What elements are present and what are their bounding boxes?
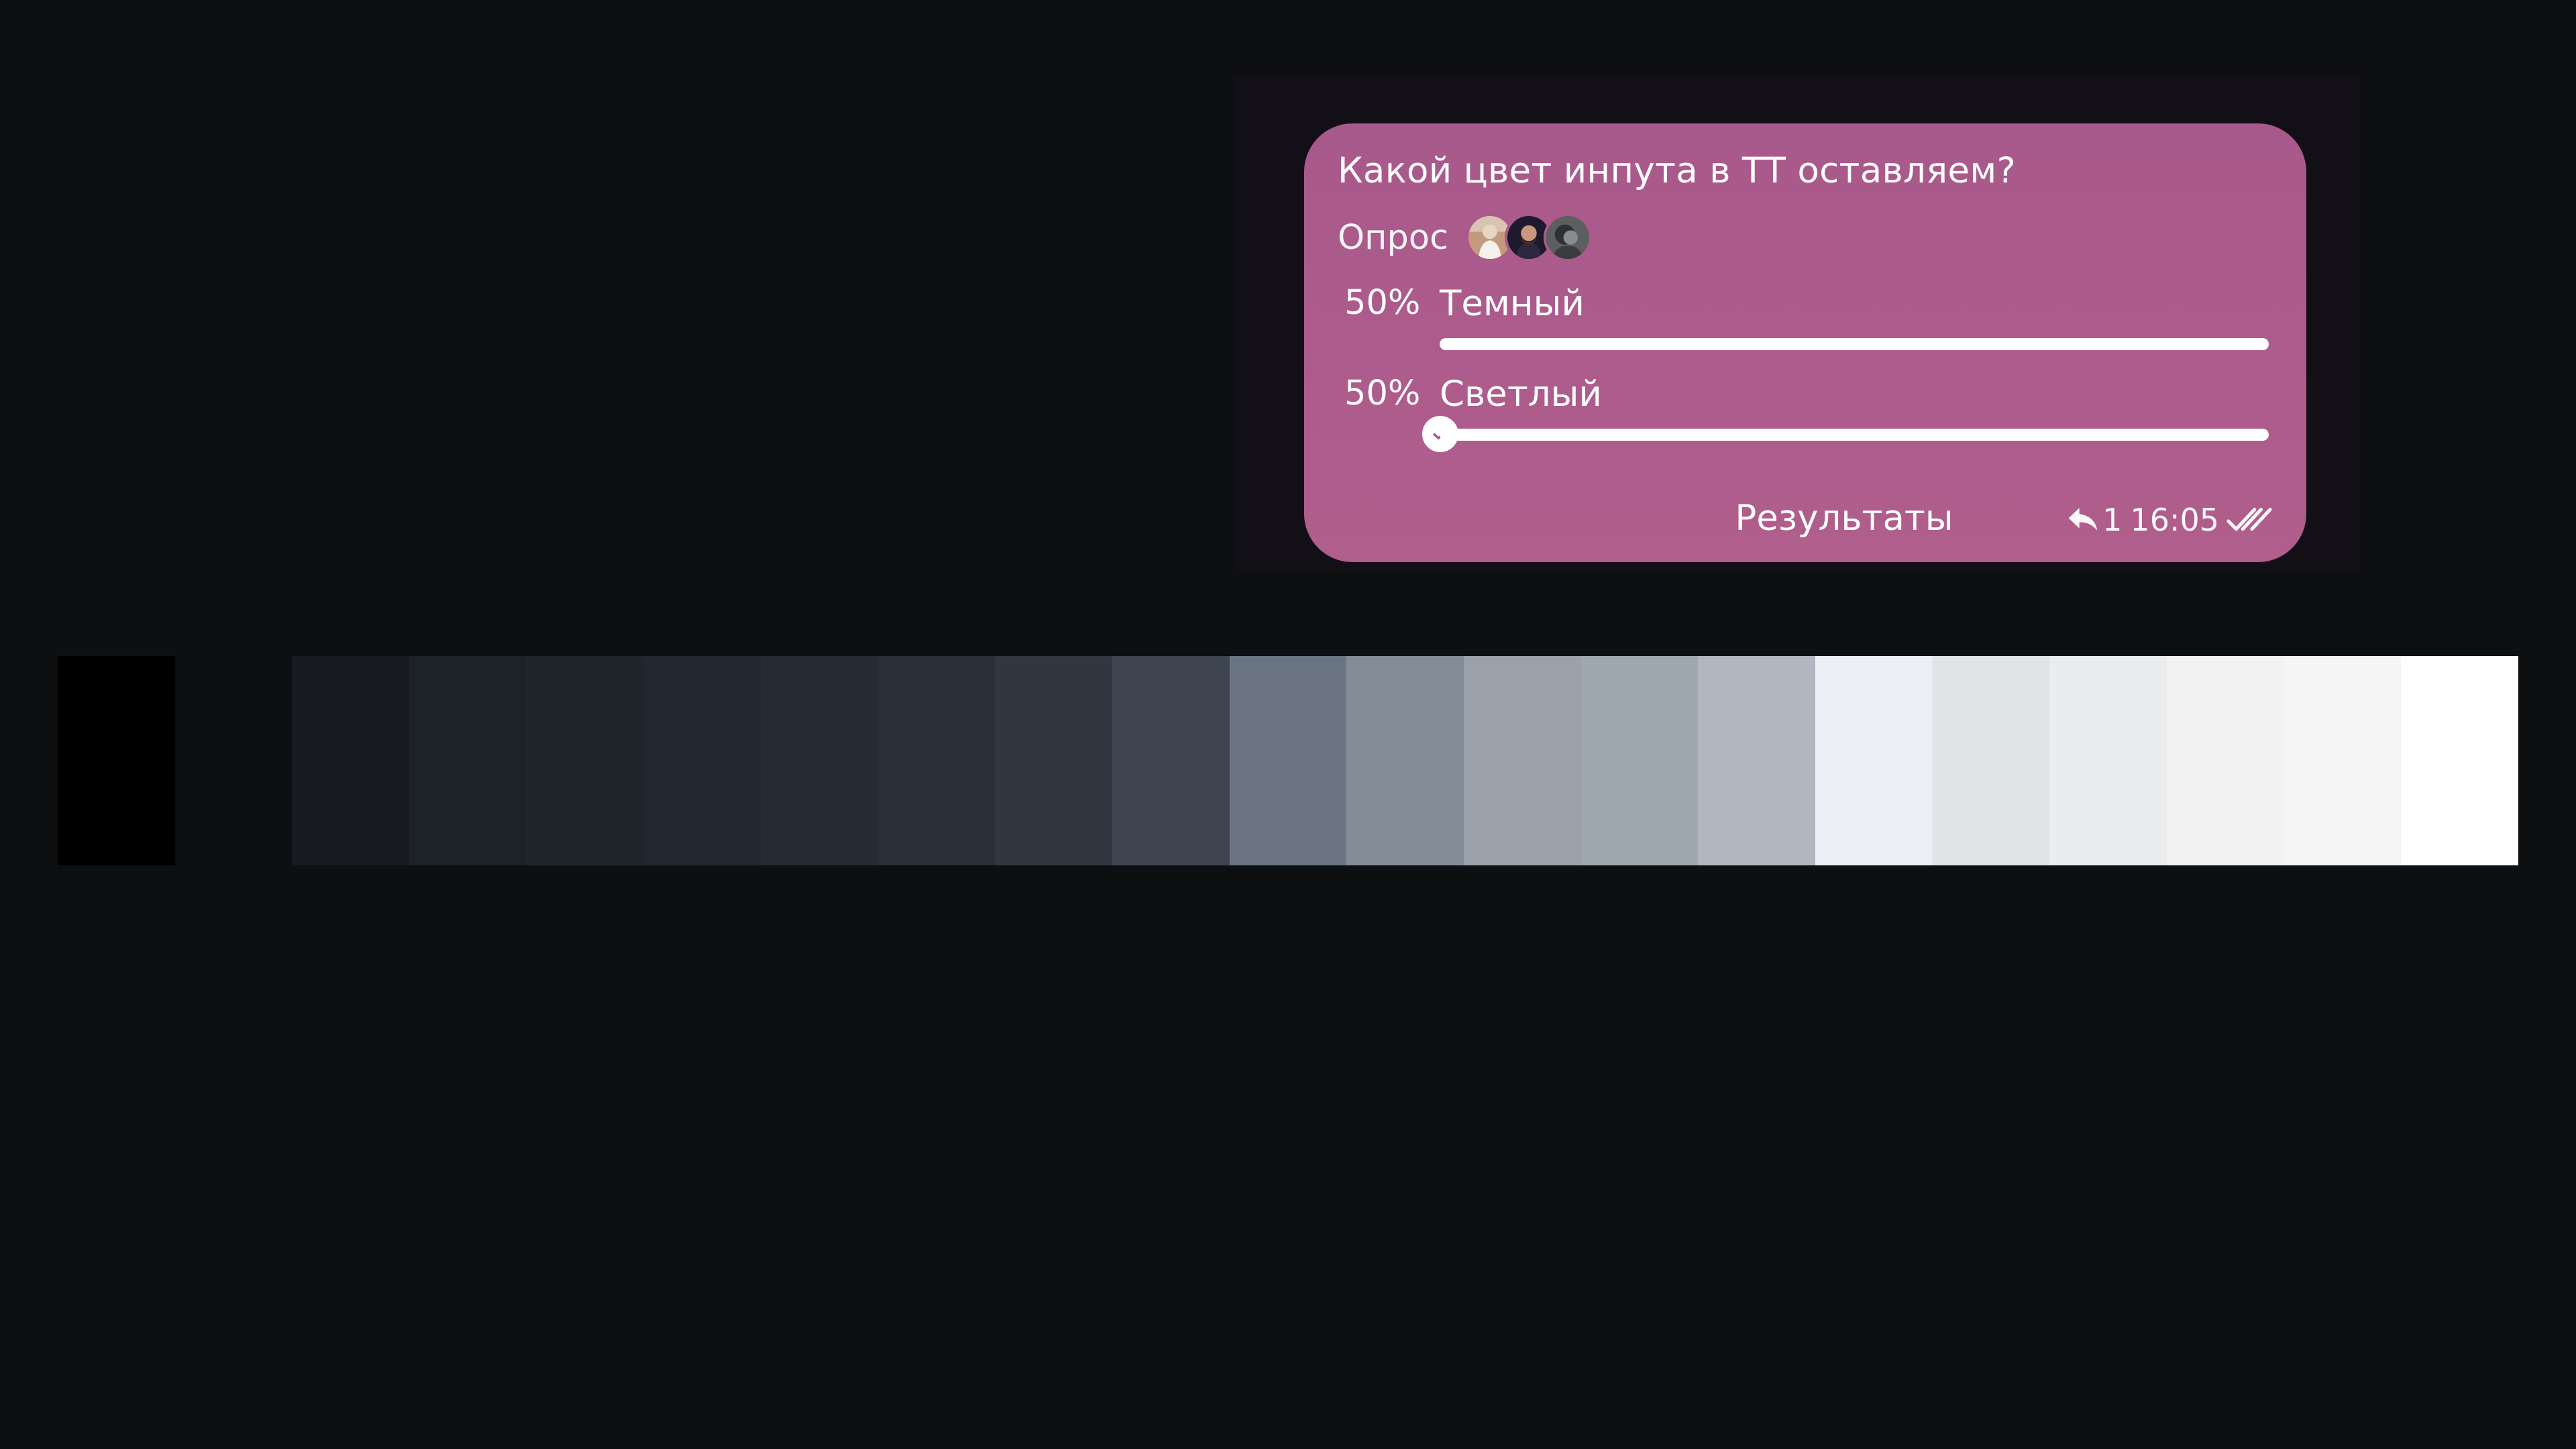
reply-count[interactable]: 1 — [2102, 502, 2122, 538]
color-swatch — [877, 656, 996, 865]
poll-type-label: Опрос — [1338, 217, 1449, 258]
option-label: Темный — [1440, 283, 1585, 324]
color-swatch — [58, 656, 175, 865]
color-swatch — [2401, 656, 2519, 865]
message-meta: 1 16:05 — [2066, 496, 2273, 543]
color-swatch — [2049, 656, 2167, 865]
color-swatch — [526, 656, 644, 865]
voter-3-avatar — [1544, 213, 1593, 262]
option-progress-bar — [1440, 338, 2269, 350]
chat-message-area: Какой цвет инпута в ТТ оставляем? Опрос — [1234, 76, 2360, 570]
poll-message-bubble[interactable]: Какой цвет инпута в ТТ оставляем? Опрос — [1304, 123, 2306, 562]
color-swatch — [761, 656, 878, 865]
color-swatch — [1464, 656, 1581, 865]
color-swatch — [1815, 656, 1933, 865]
color-swatch — [409, 656, 527, 865]
color-swatch — [174, 656, 292, 865]
color-swatch — [643, 656, 761, 865]
color-swatch — [1346, 656, 1464, 865]
option-percent: 50% — [1344, 283, 1421, 323]
poll-option-light[interactable]: 50% Светлый — [1338, 374, 2290, 454]
color-swatch — [1112, 656, 1230, 865]
color-swatch — [995, 656, 1113, 865]
color-swatch — [1580, 656, 1699, 865]
poll-option-dark[interactable]: 50% Темный — [1338, 283, 2290, 357]
option-progress-track — [1440, 338, 2269, 350]
color-swatch — [292, 656, 410, 865]
double-check-icon — [2226, 505, 2273, 535]
screen: Какой цвет инпута в ТТ оставляем? Опрос — [0, 0, 2576, 1449]
grayscale-palette — [58, 656, 2519, 865]
reply-icon[interactable] — [2066, 505, 2100, 535]
option-label: Светлый — [1440, 374, 1602, 415]
color-swatch — [1229, 656, 1347, 865]
color-swatch — [2167, 656, 2284, 865]
view-results-button[interactable]: Результаты — [1700, 491, 1988, 545]
color-swatch — [1698, 656, 1816, 865]
color-swatch — [2284, 656, 2402, 865]
option-progress-track — [1440, 429, 2269, 441]
option-percent: 50% — [1344, 374, 1421, 413]
voters-avatars[interactable] — [1466, 213, 1593, 262]
poll-meta-row: Опрос — [1338, 211, 1593, 264]
poll-question: Какой цвет инпута в ТТ оставляем? — [1338, 150, 2016, 191]
color-swatch — [1932, 656, 2050, 865]
option-progress-bar — [1440, 429, 2269, 441]
message-time: 16:05 — [2130, 502, 2219, 538]
